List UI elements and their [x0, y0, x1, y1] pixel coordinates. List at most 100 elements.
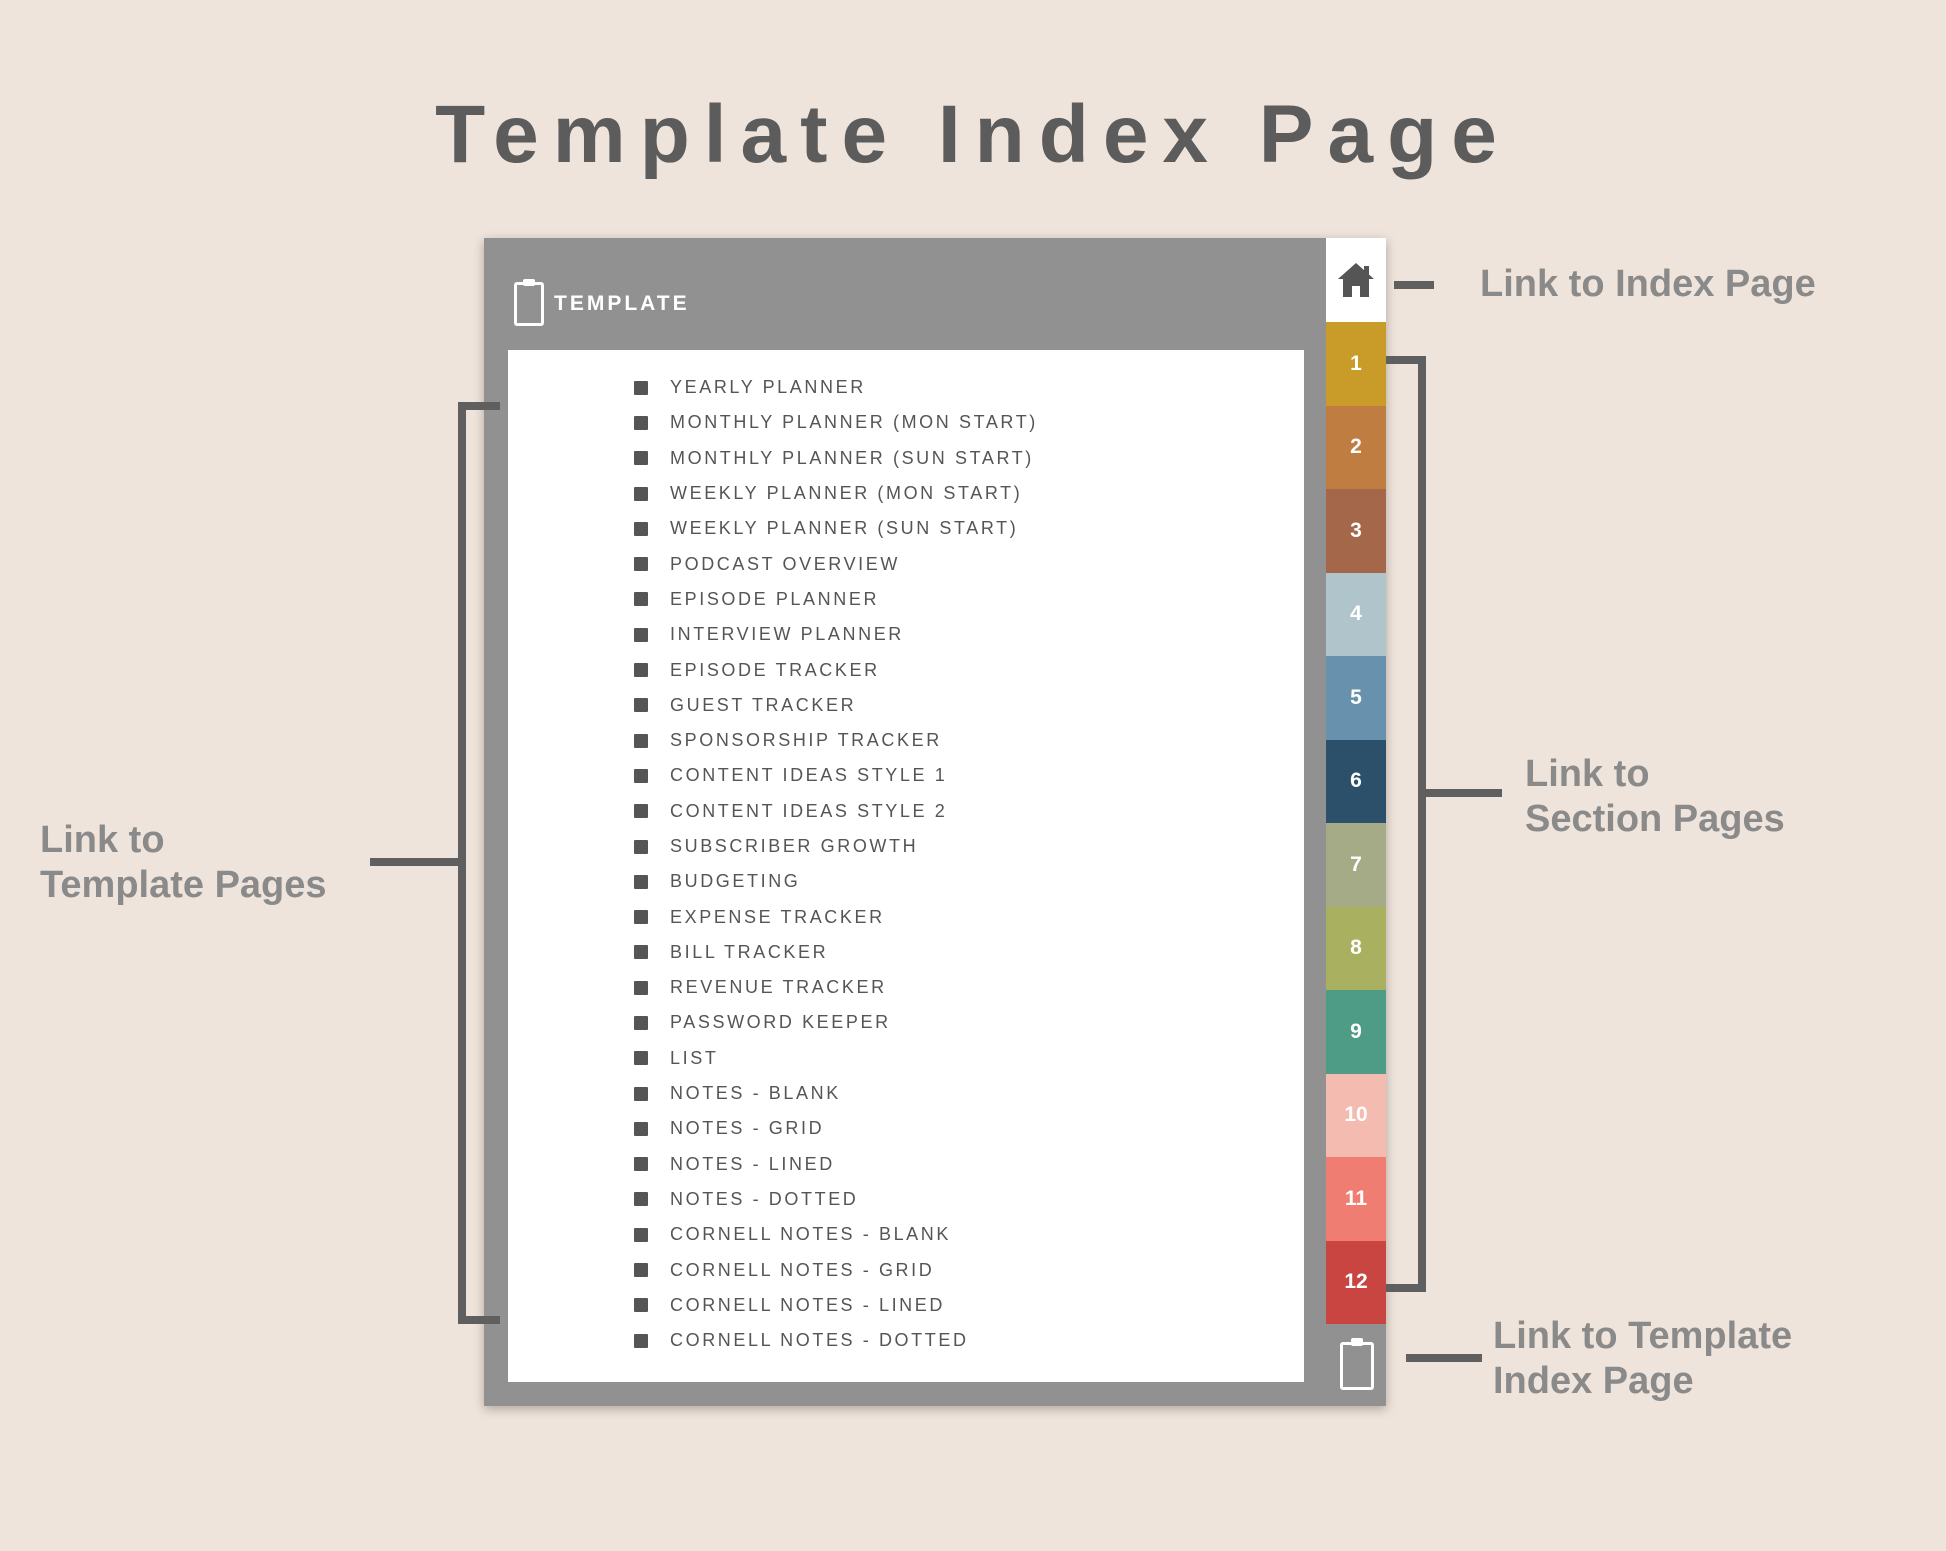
- template-list-item[interactable]: MONTHLY PLANNER (SUN START): [634, 441, 1038, 476]
- template-item-label: CONTENT IDEAS STYLE 1: [670, 765, 948, 786]
- template-item-label: LIST: [670, 1047, 719, 1068]
- bullet-icon: [634, 1263, 648, 1278]
- template-item-label: CORNELL NOTES - GRID: [670, 1259, 935, 1280]
- section-tab-9[interactable]: 9: [1326, 990, 1386, 1074]
- template-list-item[interactable]: REVENUE TRACKER: [634, 970, 1038, 1005]
- template-item-label: MONTHLY PLANNER (MON START): [670, 412, 1038, 433]
- bullet-icon: [634, 874, 648, 889]
- section-tab-2[interactable]: 2: [1326, 405, 1386, 489]
- section-tabs: 1 2 3 4 5 6 7 8 9 10 11 12: [1326, 238, 1386, 1406]
- template-item-label: CORNELL NOTES - BLANK: [670, 1224, 951, 1245]
- template-item-label: CORNELL NOTES - DOTTED: [670, 1330, 969, 1351]
- section-tab-label: 2: [1350, 435, 1362, 459]
- template-list-item[interactable]: CONTENT IDEAS STYLE 1: [634, 758, 1038, 793]
- bullet-icon: [634, 1121, 648, 1136]
- template-item-label: EXPENSE TRACKER: [670, 906, 885, 927]
- section-tab-5[interactable]: 5: [1326, 656, 1386, 740]
- section-tab-7[interactable]: 7: [1326, 823, 1386, 907]
- template-item-label: BUDGETING: [670, 871, 801, 892]
- home-icon: [1338, 263, 1374, 297]
- template-link-connector: [370, 858, 460, 866]
- template-list-item[interactable]: CORNELL NOTES - BLANK: [634, 1217, 1038, 1252]
- template-list-item[interactable]: GUEST TRACKER: [634, 688, 1038, 723]
- bullet-icon: [634, 698, 648, 713]
- bullet-icon: [634, 804, 648, 819]
- template-list-item[interactable]: CORNELL NOTES - LINED: [634, 1288, 1038, 1323]
- section-tab-label: 8: [1350, 936, 1362, 960]
- template-item-label: BILL TRACKER: [670, 941, 829, 962]
- template-list-item[interactable]: BILL TRACKER: [634, 935, 1038, 970]
- template-list-item[interactable]: CORNELL NOTES - DOTTED: [634, 1323, 1038, 1358]
- annotation-template-line-1: Link to: [40, 819, 165, 861]
- template-item-label: PASSWORD KEEPER: [670, 1012, 891, 1033]
- template-item-label: WEEKLY PLANNER (MON START): [670, 483, 1023, 504]
- template-item-label: MONTHLY PLANNER (SUN START): [670, 447, 1034, 468]
- section-link-connector: [1426, 789, 1502, 797]
- template-item-label: EPISODE PLANNER: [670, 588, 880, 609]
- template-item-label: CORNELL NOTES - LINED: [670, 1294, 945, 1315]
- annotation-section-line-2: Section Pages: [1525, 798, 1785, 840]
- bullet-icon: [634, 768, 648, 783]
- template-list-item[interactable]: PODCAST OVERVIEW: [634, 546, 1038, 581]
- section-tab-8[interactable]: 8: [1326, 906, 1386, 990]
- section-tab-6[interactable]: 6: [1326, 739, 1386, 823]
- template-list-item[interactable]: MONTHLY PLANNER (MON START): [634, 405, 1038, 440]
- template-list-item[interactable]: BUDGETING: [634, 864, 1038, 899]
- template-list-item[interactable]: PASSWORD KEEPER: [634, 1005, 1038, 1040]
- bullet-icon: [634, 1333, 648, 1348]
- section-tab-label: 10: [1344, 1103, 1368, 1127]
- annotation-section-pages: Link to Section Pages: [1525, 752, 1785, 842]
- template-list-item[interactable]: EPISODE PLANNER: [634, 582, 1038, 617]
- section-tab-label: 3: [1350, 518, 1362, 542]
- template-index-tab[interactable]: [1340, 1338, 1374, 1390]
- template-list-item[interactable]: CONTENT IDEAS STYLE 2: [634, 794, 1038, 829]
- template-list-item[interactable]: NOTES - BLANK: [634, 1076, 1038, 1111]
- template-index-panel: YEARLY PLANNER MONTHLY PLANNER (MON START…: [508, 350, 1304, 1382]
- template-list-item[interactable]: NOTES - GRID: [634, 1111, 1038, 1146]
- template-list-item[interactable]: EPISODE TRACKER: [634, 652, 1038, 687]
- template-bracket-bottom: [458, 1316, 500, 1324]
- template-list-item[interactable]: SPONSORSHIP TRACKER: [634, 723, 1038, 758]
- template-list-item[interactable]: INTERVIEW PLANNER: [634, 617, 1038, 652]
- bullet-icon: [634, 415, 648, 430]
- bullet-icon: [634, 1015, 648, 1030]
- template-list-item[interactable]: CORNELL NOTES - GRID: [634, 1252, 1038, 1287]
- bullet-icon: [634, 627, 648, 642]
- bullet-icon: [634, 451, 648, 466]
- section-tab-11[interactable]: 11: [1326, 1157, 1386, 1241]
- template-item-label: GUEST TRACKER: [670, 694, 857, 715]
- section-tab-3[interactable]: 3: [1326, 489, 1386, 573]
- template-item-label: INTERVIEW PLANNER: [670, 624, 904, 645]
- annotation-section-line-1: Link to: [1525, 753, 1650, 795]
- section-tab-10[interactable]: 10: [1326, 1073, 1386, 1157]
- section-tab-1[interactable]: 1: [1326, 322, 1386, 406]
- template-list-item[interactable]: WEEKLY PLANNER (SUN START): [634, 511, 1038, 546]
- section-tab-4[interactable]: 4: [1326, 572, 1386, 656]
- template-list-item[interactable]: NOTES - DOTTED: [634, 1182, 1038, 1217]
- section-tab-label: 7: [1350, 852, 1362, 876]
- template-item-label: YEARLY PLANNER: [670, 377, 866, 398]
- template-item-label: NOTES - LINED: [670, 1153, 835, 1174]
- bullet-icon: [634, 1051, 648, 1066]
- template-list-item[interactable]: WEEKLY PLANNER (MON START): [634, 476, 1038, 511]
- template-list-item[interactable]: SUBSCRIBER GROWTH: [634, 829, 1038, 864]
- template-list-item[interactable]: EXPENSE TRACKER: [634, 899, 1038, 934]
- section-tab-label: 11: [1344, 1186, 1368, 1210]
- bullet-icon: [634, 839, 648, 854]
- section-tab-label: 9: [1350, 1019, 1362, 1043]
- bullet-icon: [634, 733, 648, 748]
- template-list-item[interactable]: YEARLY PLANNER: [634, 370, 1038, 405]
- bullet-icon: [634, 1298, 648, 1313]
- device-header: TEMPLATE: [514, 278, 690, 330]
- header-title: TEMPLATE: [554, 292, 690, 315]
- section-tab-12[interactable]: 12: [1326, 1240, 1386, 1324]
- section-tab-label: 6: [1350, 769, 1362, 793]
- bullet-icon: [634, 380, 648, 395]
- bullet-icon: [634, 557, 648, 572]
- template-item-label: NOTES - DOTTED: [670, 1188, 859, 1209]
- template-list-item[interactable]: NOTES - LINED: [634, 1147, 1038, 1182]
- template-list-item[interactable]: LIST: [634, 1041, 1038, 1076]
- home-tab[interactable]: [1326, 238, 1386, 322]
- bullet-icon: [634, 663, 648, 678]
- bullet-icon: [634, 592, 648, 607]
